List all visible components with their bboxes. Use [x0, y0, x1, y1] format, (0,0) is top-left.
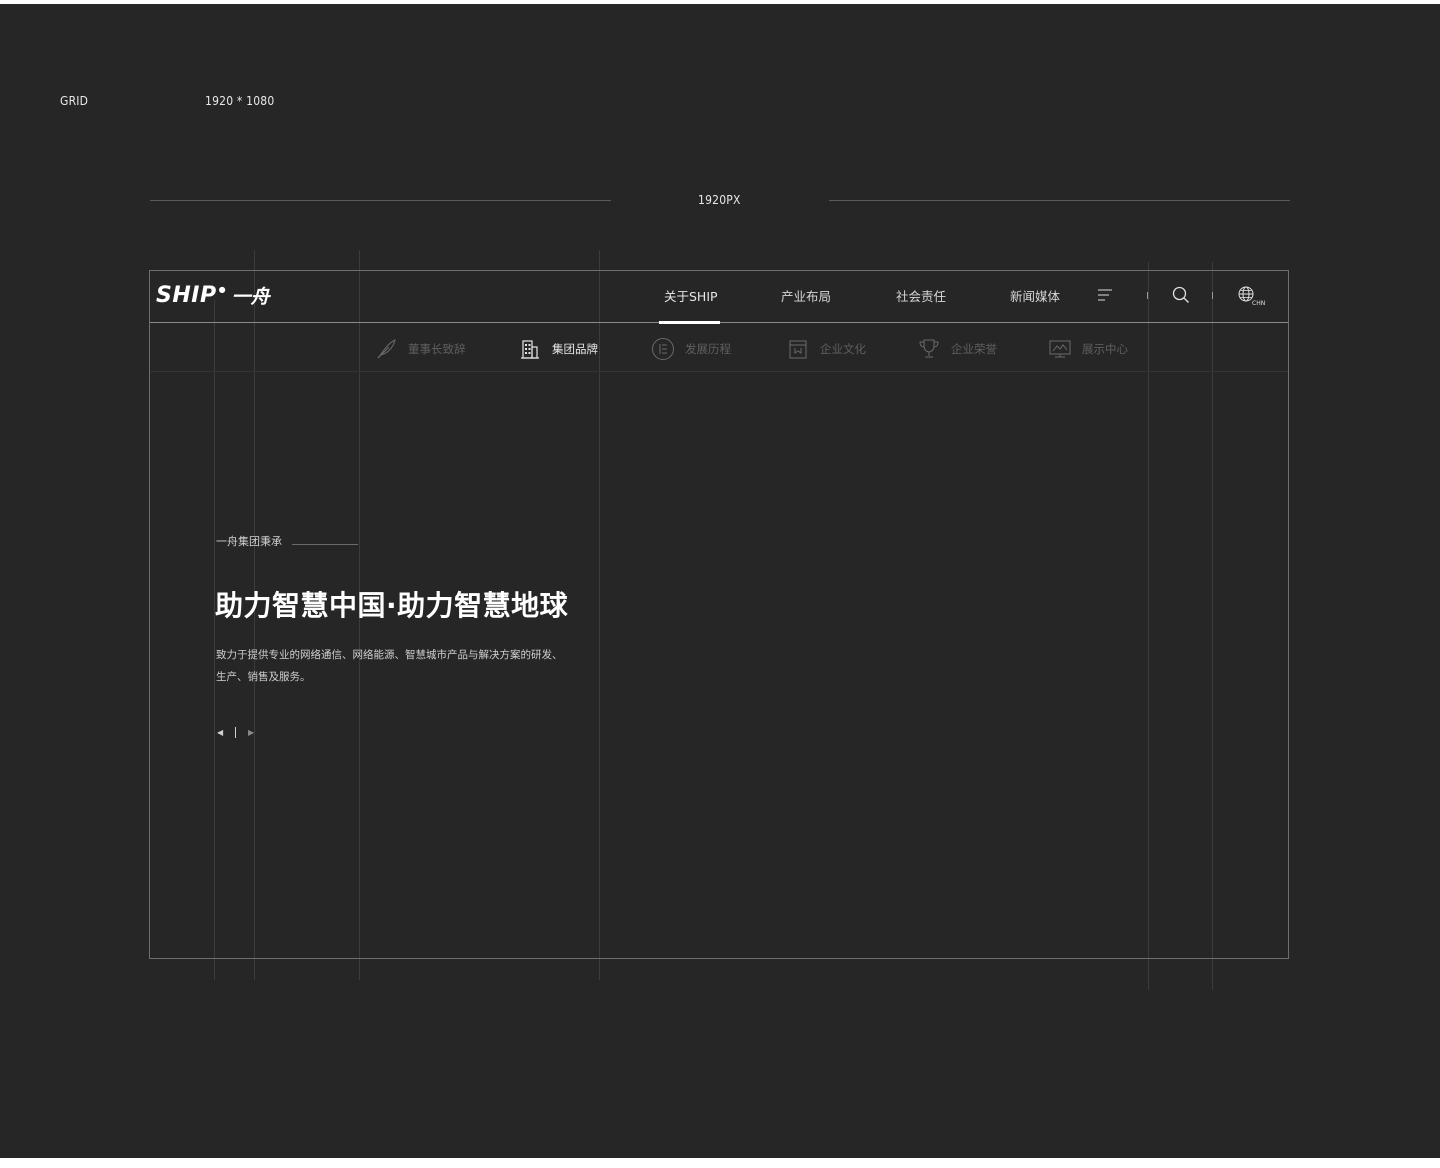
menu-lines-icon[interactable] — [1098, 287, 1112, 306]
subnav-item-honors[interactable]: 企业荣誉 — [917, 337, 997, 361]
hero-tagline-rule — [292, 544, 358, 545]
display-board-icon — [1048, 337, 1072, 361]
nav-item-about[interactable]: 关于SHIP — [664, 286, 718, 305]
slider-control-divider — [235, 727, 236, 738]
trophy-icon — [917, 337, 941, 361]
hero-description-line: 生产、销售及服务。 — [216, 671, 311, 683]
separator-tick — [1212, 292, 1213, 299]
logo-text-en: SHIP — [156, 283, 217, 308]
subnav-label: 集团品牌 — [552, 342, 598, 356]
canvas-top-border — [0, 0, 1440, 4]
subnav-divider — [150, 371, 1288, 372]
subnav-label: 企业荣誉 — [951, 342, 997, 356]
resolution-label: 1920 * 1080 — [205, 94, 275, 108]
subnav-label: 董事长致辞 — [408, 342, 466, 356]
logo-text-cn: 一舟 — [231, 286, 270, 308]
width-measure-line-right — [829, 200, 1290, 201]
grid-label: GRID — [60, 94, 89, 108]
search-icon[interactable] — [1172, 286, 1190, 308]
nav-item-responsibility[interactable]: 社会责任 — [896, 286, 946, 305]
subnav-item-showroom[interactable]: 展示中心 — [1048, 337, 1128, 361]
arrow-left-icon[interactable]: ◀ — [217, 728, 223, 737]
hero-description: 致力于提供专业的网络通信、网络能源、智慧城市产品与解决方案的研发、 生产、销售及… — [216, 644, 606, 688]
width-measure-label: 1920PX — [698, 193, 741, 207]
arrow-right-icon[interactable]: ▶ — [248, 728, 254, 737]
subnav-label: 展示中心 — [1082, 342, 1128, 356]
separator-tick — [1147, 292, 1148, 299]
language-label: CHN — [1252, 300, 1266, 307]
logo-dot: ● — [218, 285, 226, 294]
timeline-list-icon — [651, 337, 675, 361]
subnav-label: 发展历程 — [685, 342, 731, 356]
subnav-label: 企业文化 — [820, 342, 866, 356]
subnav-item-chairman[interactable]: 董事长致辞 — [374, 337, 466, 361]
canvas-bottom-border — [0, 1158, 1440, 1168]
subnav-item-brand[interactable]: 集团品牌 — [518, 337, 598, 361]
hero-description-line: 致力于提供专业的网络通信、网络能源、智慧城市产品与解决方案的研发、 — [216, 649, 563, 661]
brand-logo[interactable]: SHIP ● 一舟 — [156, 282, 270, 309]
width-measure-line-left — [150, 200, 611, 201]
language-switch[interactable]: CHN — [1238, 286, 1266, 307]
nav-item-news[interactable]: 新闻媒体 — [1010, 286, 1060, 305]
subnav-item-culture[interactable]: 企业文化 — [786, 337, 866, 361]
hero-tagline: 一舟集团秉承 — [216, 535, 282, 548]
book-icon — [786, 337, 810, 361]
subnav-item-history[interactable]: 发展历程 — [651, 337, 731, 361]
nav-active-indicator — [659, 321, 720, 324]
feather-pen-icon — [374, 337, 398, 361]
hero-title: 助力智慧中国·助力智慧地球 — [215, 589, 569, 622]
building-icon — [518, 337, 542, 361]
nav-item-industry[interactable]: 产业布局 — [781, 286, 831, 305]
